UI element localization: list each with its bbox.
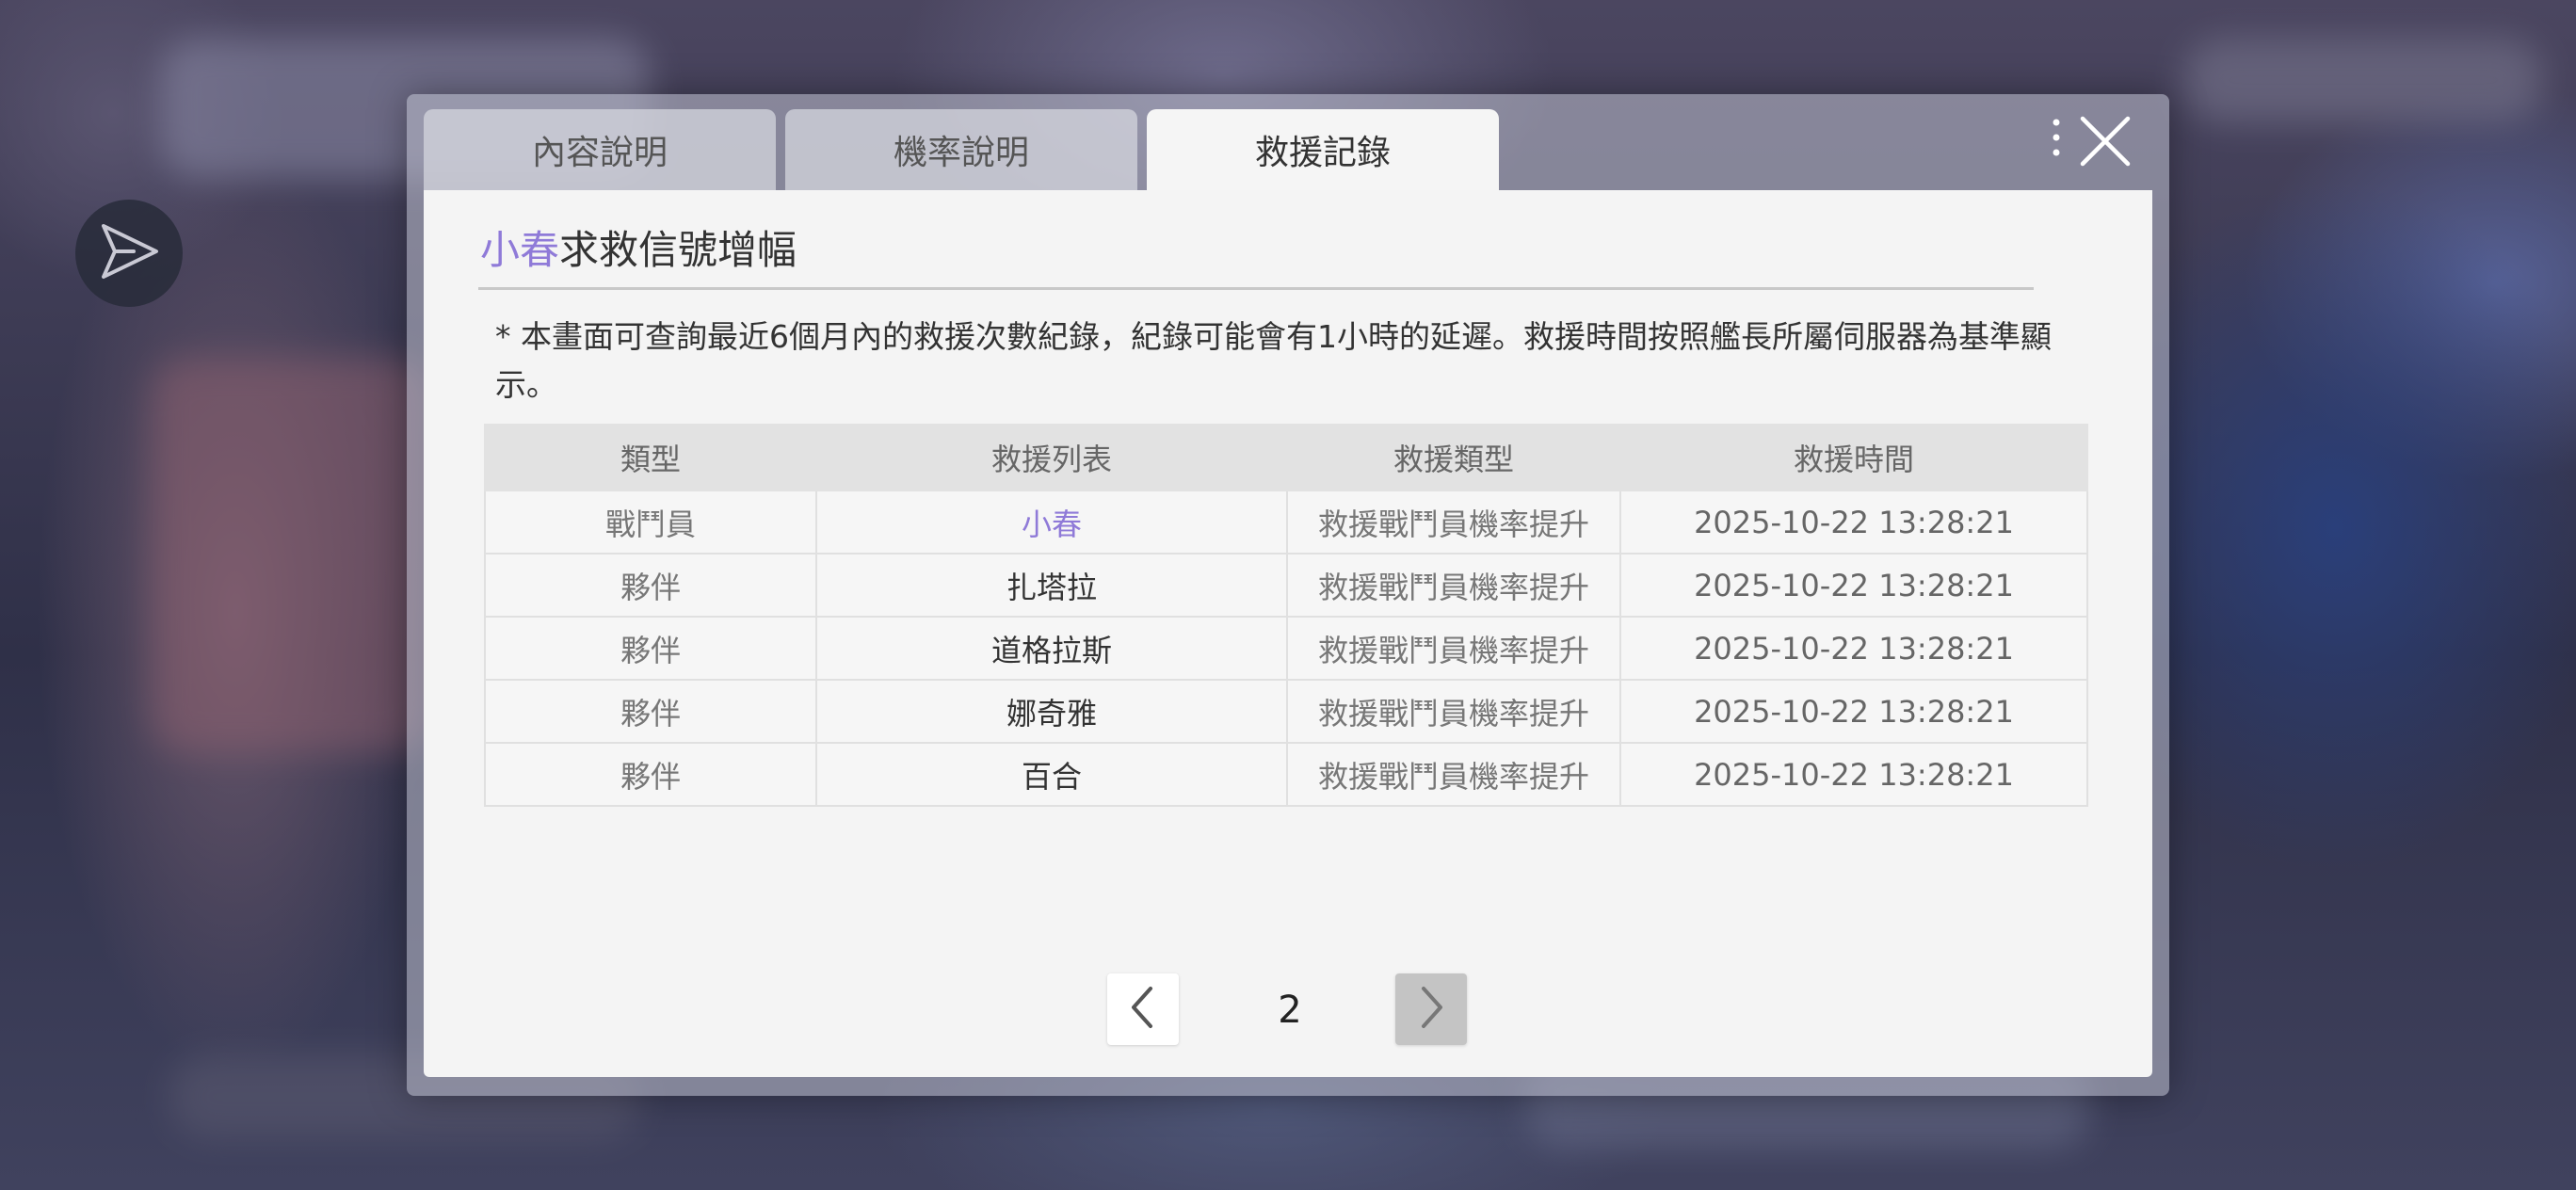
next-page-button[interactable]: [1395, 973, 1467, 1045]
cell-type: 夥伴: [484, 742, 817, 807]
table-header-row: 類型 救援列表 救援類型 救援時間: [484, 424, 2088, 491]
background-blur-shape: [151, 358, 433, 753]
chevron-right-icon: [1412, 984, 1450, 1035]
cell-name: 小春: [815, 490, 1288, 555]
header-rescue-time: 救援時間: [1619, 424, 2088, 491]
previous-page-button[interactable]: [1107, 973, 1179, 1045]
notice-text: * 本畫面可查詢最近6個月內的救援次數紀錄，紀錄可能會有1小時的延遲。救援時間按…: [495, 318, 2052, 403]
title-divider: [478, 287, 2034, 290]
cell-time: 2025-10-22 13:28:21: [1619, 742, 2088, 807]
title-character-name: 小春: [480, 227, 560, 273]
table-row: 夥伴 百合 救援戰鬥員機率提升 2025-10-22 13:28:21: [484, 742, 2088, 807]
tab-label: 內容說明: [531, 134, 668, 172]
cell-time: 2025-10-22 13:28:21: [1619, 553, 2088, 618]
title-text: 求救信號增幅: [559, 227, 797, 273]
tab-label: 機率說明: [893, 134, 1029, 172]
cell-type: 夥伴: [484, 616, 817, 681]
tab-rescue-records[interactable]: 救援記錄: [1147, 109, 1499, 190]
close-icon: [2077, 113, 2133, 173]
send-button[interactable]: [75, 200, 183, 307]
cell-rescue-type: 救援戰鬥員機率提升: [1286, 616, 1621, 681]
tab-label: 救援記錄: [1254, 134, 1391, 172]
chevron-left-icon: [1124, 984, 1162, 1035]
background-blur-shape: [2184, 38, 2542, 122]
cell-type: 夥伴: [484, 679, 817, 744]
rescue-record-panel: 小春求救信號增幅 * 本畫面可查詢最近6個月內的救援次數紀錄，紀錄可能會有1小時…: [424, 190, 2152, 1077]
close-button[interactable]: [2051, 111, 2135, 173]
tab-probability-description[interactable]: 機率說明: [785, 109, 1137, 190]
table-row: 夥伴 扎塔拉 救援戰鬥員機率提升 2025-10-22 13:28:21: [484, 553, 2088, 618]
table-row: 夥伴 娜奇雅 救援戰鬥員機率提升 2025-10-22 13:28:21: [484, 679, 2088, 744]
game-screen: 內容說明 機率說明 救援記錄 小春求救信號增幅 * 本畫面可查詢最近6個月內的救…: [0, 0, 2576, 1190]
paper-plane-icon: [96, 218, 162, 288]
current-page-number: 2: [1278, 989, 1302, 1032]
cell-time: 2025-10-22 13:28:21: [1619, 679, 2088, 744]
table-row: 戰鬥員 小春 救援戰鬥員機率提升 2025-10-22 13:28:21: [484, 490, 2088, 555]
cell-time: 2025-10-22 13:28:21: [1619, 490, 2088, 555]
header-rescue-list: 救援列表: [815, 424, 1288, 491]
cell-time: 2025-10-22 13:28:21: [1619, 616, 2088, 681]
cell-rescue-type: 救援戰鬥員機率提升: [1286, 742, 1621, 807]
tab-content-description[interactable]: 內容說明: [424, 109, 776, 190]
cell-name: 扎塔拉: [815, 553, 1288, 618]
cell-name: 娜奇雅: [815, 679, 1288, 744]
rescue-record-table: 類型 救援列表 救援類型 救援時間 戰鬥員 小春 救援戰鬥員機率提升 2025-…: [484, 424, 2088, 807]
cell-rescue-type: 救援戰鬥員機率提升: [1286, 553, 1621, 618]
table-row: 夥伴 道格拉斯 救援戰鬥員機率提升 2025-10-22 13:28:21: [484, 616, 2088, 681]
panel-title: 小春求救信號增幅: [480, 218, 797, 276]
cell-rescue-type: 救援戰鬥員機率提升: [1286, 679, 1621, 744]
more-dots-icon: [2051, 117, 2062, 162]
cell-name: 道格拉斯: [815, 616, 1288, 681]
cell-type: 戰鬥員: [484, 490, 817, 555]
header-rescue-type: 救援類型: [1286, 424, 1621, 491]
cell-type: 夥伴: [484, 553, 817, 618]
cell-rescue-type: 救援戰鬥員機率提升: [1286, 490, 1621, 555]
cell-name: 百合: [815, 742, 1288, 807]
header-type: 類型: [484, 424, 817, 491]
